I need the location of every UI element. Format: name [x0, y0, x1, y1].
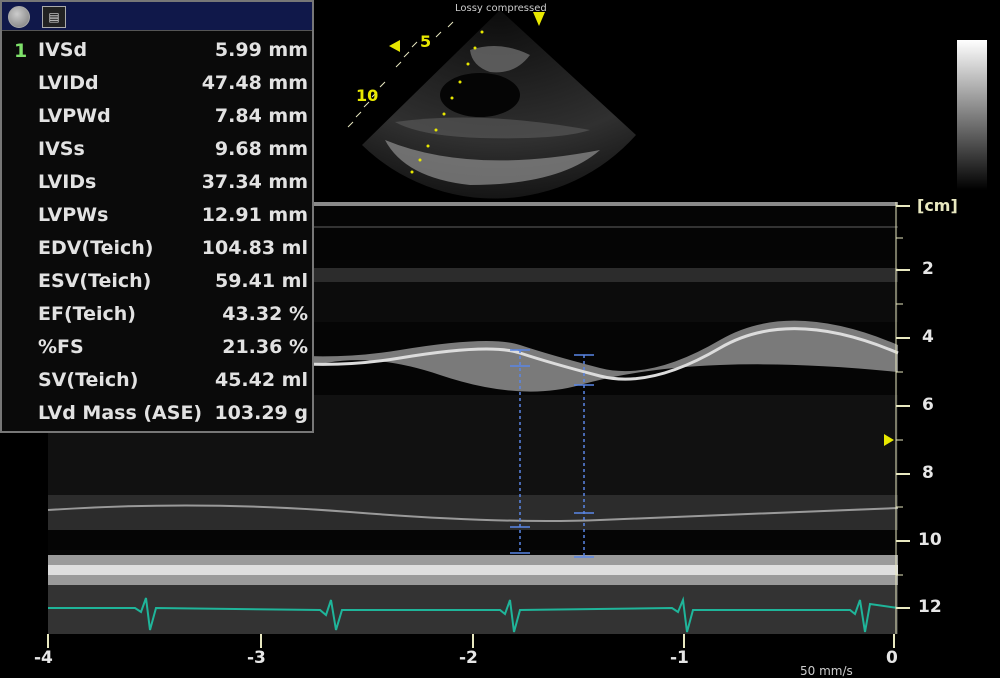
measurement-row[interactable]: LVPWs 12.91 mm — [2, 201, 312, 234]
sector-depth-label: 5 — [420, 32, 432, 51]
measurement-value: 43.32 % — [222, 303, 308, 325]
measurement-row[interactable]: EDV(Teich) 104.83 ml — [2, 234, 312, 267]
depth-label: 12 — [918, 597, 942, 617]
measurement-row[interactable]: EF(Teich) 43.32 % — [2, 300, 312, 333]
measurement-list: 1 IVSd 5.99 mm LVIDd 47.48 mm LVPWd 7.84 mm IVS… — [2, 36, 312, 432]
measurement-row[interactable]: LVIDd 47.48 mm — [2, 69, 312, 102]
measurement-name: LVIDs — [38, 171, 97, 193]
sweep-speed-label: 50 mm/s — [800, 664, 853, 678]
measurement-value: 21.36 % — [222, 336, 308, 358]
measurement-name: LVIDd — [38, 72, 99, 94]
measurement-value: 104.83 ml — [201, 237, 308, 259]
measurement-name: ESV(Teich) — [38, 270, 152, 292]
depth-label: 2 — [922, 259, 934, 279]
measurement-value: 59.41 ml — [214, 270, 308, 292]
time-label: -2 — [459, 648, 478, 668]
stop-icon[interactable] — [8, 6, 30, 28]
measurement-name: IVSs — [38, 138, 85, 160]
time-label: -4 — [34, 648, 53, 668]
measurement-name: LVPWd — [38, 105, 111, 127]
measurement-row[interactable]: %FS 21.36 % — [2, 333, 312, 366]
measurement-name: LVd Mass (ASE) — [38, 402, 203, 424]
measurement-row[interactable]: SV(Teich) 45.42 ml — [2, 366, 312, 399]
depth-unit-label: [cm] — [917, 196, 958, 215]
compression-label: Lossy compressed — [455, 3, 547, 14]
measurement-row[interactable]: ESV(Teich) 59.41 ml — [2, 267, 312, 300]
measurement-value: 45.42 ml — [214, 369, 308, 391]
measurement-row[interactable]: IVSs 9.68 mm — [2, 135, 312, 168]
measurement-name: EDV(Teich) — [38, 237, 154, 259]
measurement-row[interactable]: 1 IVSd 5.99 mm — [2, 36, 312, 69]
depth-label: 6 — [922, 395, 934, 415]
time-axis — [47, 634, 895, 648]
measurement-value: 9.68 mm — [214, 138, 308, 160]
measurement-panel-titlebar: ▤ — [2, 2, 312, 31]
measurement-name: %FS — [38, 336, 84, 358]
measurement-value: 7.84 mm — [214, 105, 308, 127]
focus-marker-icon — [389, 40, 400, 52]
measurement-value: 47.48 mm — [201, 72, 308, 94]
measurement-name: LVPWs — [38, 204, 109, 226]
depth-label: 10 — [918, 530, 942, 550]
sector-marker-icon — [533, 12, 545, 26]
calculator-icon[interactable]: ▤ — [42, 6, 66, 28]
measurement-value: 103.29 g — [214, 402, 308, 424]
measurement-value: 12.91 mm — [201, 204, 308, 226]
grayscale-bar — [957, 40, 987, 190]
measurement-panel: ▤ 1 IVSd 5.99 mm LVIDd 47.48 mm LVPWd 7.84 mm I… — [0, 0, 314, 433]
measurement-set-index: 1 — [14, 40, 28, 62]
measurement-name: SV(Teich) — [38, 369, 139, 391]
time-label: -1 — [670, 648, 689, 668]
measurement-row[interactable]: LVd Mass (ASE) 103.29 g — [2, 399, 312, 432]
measurement-name: IVSd — [38, 39, 88, 61]
sector-depth-label: 10 — [356, 86, 379, 105]
measurement-row[interactable]: LVPWd 7.84 mm — [2, 102, 312, 135]
depth-label: 8 — [922, 463, 934, 483]
measurement-value: 37.34 mm — [201, 171, 308, 193]
measurement-name: EF(Teich) — [38, 303, 136, 325]
time-label: 0 — [886, 648, 898, 668]
time-label: -3 — [247, 648, 266, 668]
depth-label: 4 — [922, 327, 934, 347]
measurement-row[interactable]: LVIDs 37.34 mm — [2, 168, 312, 201]
measurement-value: 5.99 mm — [214, 39, 308, 61]
sector-image — [362, 10, 636, 199]
